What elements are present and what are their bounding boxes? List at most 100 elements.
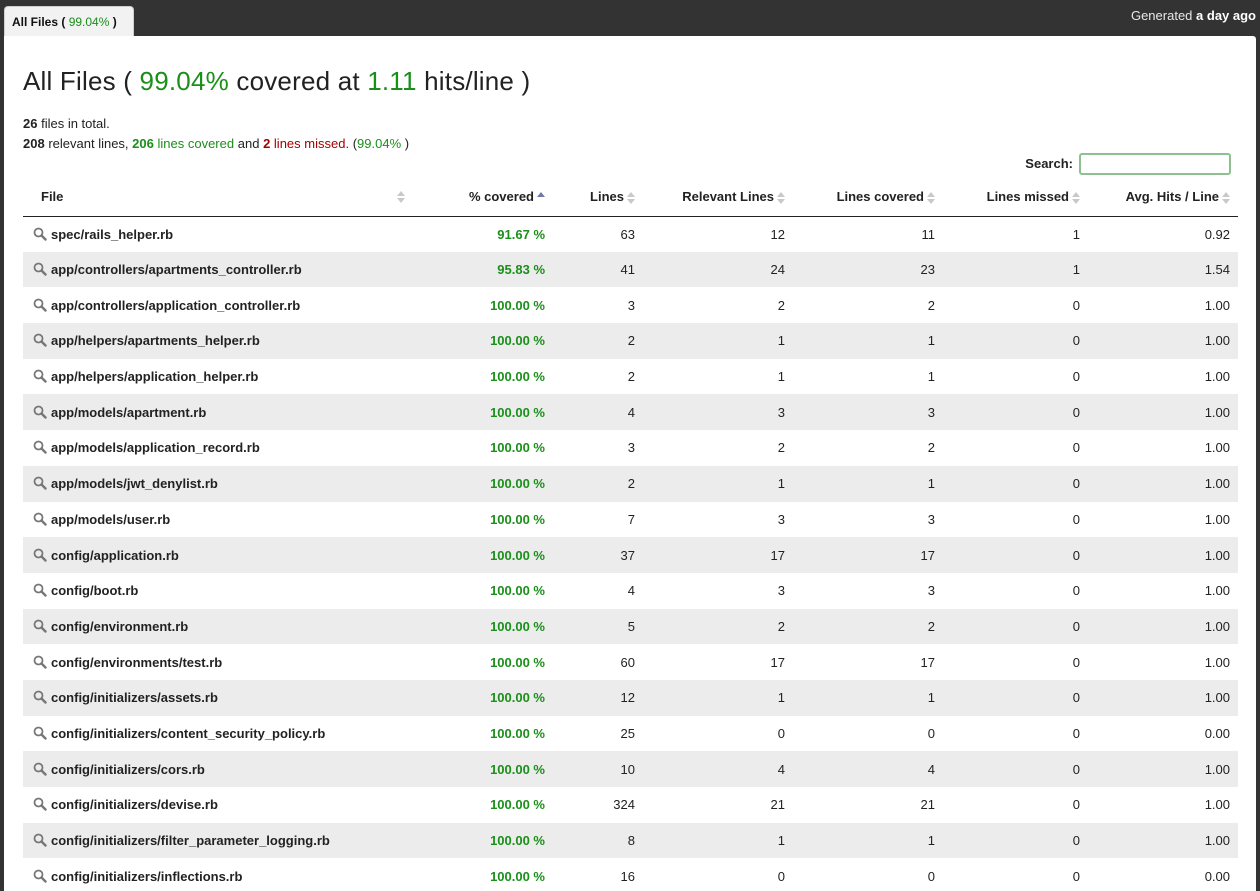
- avg-hits-per-line-cell: 1.00: [1204, 583, 1230, 599]
- table-row[interactable]: config/initializers/inflections.rb 100.00…: [23, 858, 1238, 891]
- table-row[interactable]: app/models/application_record.rb 100.00 %…: [23, 430, 1238, 466]
- file-link[interactable]: config/initializers/filter_parameter_log…: [51, 833, 330, 848]
- file-name-cell[interactable]: config/application.rb: [23, 537, 423, 573]
- magnifier-icon[interactable]: [33, 512, 47, 526]
- magnifier-icon[interactable]: [33, 869, 47, 883]
- file-name-cell[interactable]: app/models/apartment.rb: [23, 394, 423, 430]
- header-lines[interactable]: Lines: [553, 178, 643, 217]
- table-row[interactable]: app/controllers/apartments_controller.rb…: [23, 251, 1238, 288]
- file-name-cell[interactable]: config/initializers/inflections.rb: [23, 858, 423, 891]
- lines-missed-cell: 0: [1072, 583, 1080, 599]
- file-name-cell[interactable]: config/initializers/assets.rb: [23, 680, 423, 716]
- lines-cell: 10: [620, 761, 635, 777]
- percent-covered-cell: 100.00 %: [490, 297, 545, 313]
- file-link[interactable]: config/initializers/content_security_pol…: [51, 726, 325, 741]
- table-row[interactable]: app/controllers/application_controller.r…: [23, 287, 1238, 323]
- magnifier-icon[interactable]: [33, 619, 47, 633]
- table-row[interactable]: app/models/jwt_denylist.rb 100.00 % 2 1 1 0 1.…: [23, 465, 1238, 502]
- magnifier-icon[interactable]: [33, 440, 47, 455]
- file-name-cell[interactable]: spec/rails_helper.rb: [23, 216, 423, 252]
- header-percent-covered[interactable]: % covered: [423, 178, 553, 217]
- file-link[interactable]: app/models/apartment.rb: [51, 405, 206, 420]
- percent-covered-cell: 100.00 %: [490, 583, 545, 599]
- file-link[interactable]: spec/rails_helper.rb: [51, 227, 173, 242]
- table-row[interactable]: config/initializers/content_security_pol…: [23, 716, 1238, 752]
- file-link[interactable]: config/application.rb: [51, 548, 179, 563]
- file-link[interactable]: app/models/user.rb: [51, 512, 170, 527]
- magnifier-icon[interactable]: [33, 298, 47, 312]
- file-link[interactable]: app/models/application_record.rb: [51, 440, 260, 455]
- header-lines-missed[interactable]: Lines missed: [943, 178, 1088, 217]
- magnifier-icon[interactable]: [33, 797, 47, 812]
- magnifier-icon[interactable]: [33, 227, 47, 241]
- magnifier-icon[interactable]: [33, 262, 47, 276]
- header-file[interactable]: File: [23, 178, 423, 217]
- relevant-lines-cell: 12: [770, 226, 785, 242]
- magnifier-icon[interactable]: [33, 369, 47, 383]
- file-name-cell[interactable]: app/controllers/apartments_controller.rb: [23, 252, 423, 288]
- file-link[interactable]: config/environments/test.rb: [51, 655, 222, 670]
- file-name-cell[interactable]: app/models/user.rb: [23, 502, 423, 538]
- lines-cell: 4: [627, 404, 635, 420]
- magnifier-icon[interactable]: [33, 548, 47, 562]
- file-name-cell[interactable]: app/models/application_record.rb: [23, 430, 423, 466]
- file-link[interactable]: app/models/jwt_denylist.rb: [51, 476, 218, 491]
- lines-missed-cell: 1: [1072, 226, 1080, 242]
- magnifier-icon[interactable]: [33, 726, 47, 740]
- generated-info: Generated a day ago: [1131, 8, 1256, 23]
- table-row[interactable]: config/initializers/filter_parameter_log…: [23, 822, 1238, 859]
- lines-summary-line: 208 relevant lines, 206 lines covered an…: [23, 136, 410, 151]
- header-relevant-lines[interactable]: Relevant Lines: [643, 178, 793, 217]
- file-link[interactable]: config/initializers/devise.rb: [51, 797, 218, 812]
- file-link[interactable]: app/controllers/application_controller.r…: [51, 298, 300, 313]
- avg-hits-per-line-cell: 1.00: [1204, 440, 1230, 456]
- header-avg-hits[interactable]: Avg. Hits / Line: [1088, 178, 1238, 217]
- file-name-cell[interactable]: config/environments/test.rb: [23, 644, 423, 680]
- file-name-cell[interactable]: config/initializers/cors.rb: [23, 751, 423, 787]
- lines-cell: 5: [627, 618, 635, 634]
- magnifier-icon[interactable]: [33, 833, 47, 847]
- magnifier-icon[interactable]: [33, 476, 47, 490]
- header-lines-covered[interactable]: Lines covered: [793, 178, 943, 217]
- magnifier-icon[interactable]: [33, 655, 47, 669]
- magnifier-icon[interactable]: [33, 405, 47, 419]
- file-name-cell[interactable]: config/initializers/devise.rb: [23, 787, 423, 823]
- table-row[interactable]: app/models/user.rb 100.00 % 7 3 3 0 1.00: [23, 502, 1238, 538]
- file-name-cell[interactable]: config/initializers/filter_parameter_log…: [23, 823, 423, 859]
- file-link[interactable]: config/initializers/cors.rb: [51, 762, 205, 777]
- tab-all-files[interactable]: All Files ( 99.04% ): [4, 6, 134, 36]
- table-row[interactable]: spec/rails_helper.rb 91.67 % 63 12 11 1 0.92: [23, 216, 1238, 252]
- file-name-cell[interactable]: app/helpers/apartments_helper.rb: [23, 323, 423, 359]
- file-name-cell[interactable]: app/controllers/application_controller.r…: [23, 287, 423, 323]
- file-link[interactable]: app/helpers/application_helper.rb: [51, 369, 258, 384]
- magnifier-icon[interactable]: [33, 583, 47, 597]
- file-name-cell[interactable]: config/boot.rb: [23, 573, 423, 609]
- table-row[interactable]: config/initializers/devise.rb 100.00 % 324…: [23, 787, 1238, 823]
- lines-covered-cell: 23: [920, 262, 935, 278]
- table-row[interactable]: app/models/apartment.rb 100.00 % 4 3 3 0 1.00: [23, 394, 1238, 431]
- file-name-cell[interactable]: config/environment.rb: [23, 609, 423, 645]
- file-link[interactable]: app/helpers/apartments_helper.rb: [51, 333, 260, 348]
- table-row[interactable]: config/environments/test.rb 100.00 % 60 17 1…: [23, 644, 1238, 680]
- file-link[interactable]: config/environment.rb: [51, 619, 188, 634]
- table-row[interactable]: config/environment.rb 100.00 % 5 2 2 0 1.00: [23, 608, 1238, 645]
- table-row[interactable]: app/helpers/application_helper.rb 100.00 …: [23, 359, 1238, 395]
- magnifier-icon[interactable]: [33, 690, 47, 704]
- table-row[interactable]: app/helpers/apartments_helper.rb 100.00 %…: [23, 323, 1238, 359]
- file-name-cell[interactable]: app/models/jwt_denylist.rb: [23, 466, 423, 502]
- file-name-cell[interactable]: config/initializers/content_security_pol…: [23, 716, 423, 752]
- file-link[interactable]: config/boot.rb: [51, 583, 138, 598]
- file-link[interactable]: config/initializers/assets.rb: [51, 690, 218, 705]
- file-link[interactable]: config/initializers/inflections.rb: [51, 869, 242, 884]
- relevant-lines-cell: 2: [777, 440, 785, 456]
- table-row[interactable]: config/initializers/cors.rb 100.00 % 10 4 4 0…: [23, 751, 1238, 787]
- file-name-cell[interactable]: app/helpers/application_helper.rb: [23, 359, 423, 395]
- table-row[interactable]: config/application.rb 100.00 % 37 17 17 0 1.00: [23, 537, 1238, 573]
- percent-covered-cell: 100.00 %: [490, 404, 545, 420]
- file-link[interactable]: app/controllers/apartments_controller.rb: [51, 262, 302, 277]
- table-row[interactable]: config/initializers/assets.rb 100.00 % 12 1…: [23, 679, 1238, 716]
- magnifier-icon[interactable]: [33, 333, 47, 348]
- magnifier-icon[interactable]: [33, 762, 47, 776]
- search-input[interactable]: [1079, 153, 1231, 175]
- table-row[interactable]: config/boot.rb 100.00 % 4 3 3 0 1.00: [23, 573, 1238, 609]
